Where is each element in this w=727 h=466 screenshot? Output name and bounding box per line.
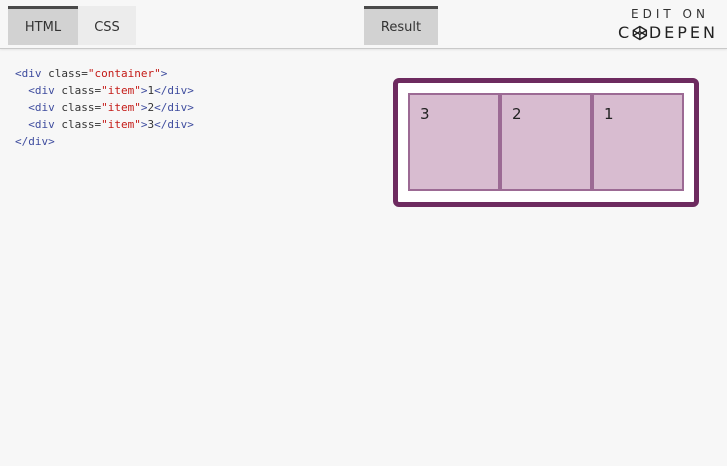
code-tag-open: <div [15,118,62,131]
tab-result-label: Result [380,19,422,35]
embed-toolbar: HTML CSS Result EDIT ON C DEPEN [0,0,727,49]
tab-html[interactable]: HTML [8,6,78,45]
code-tag-end: </div> [15,135,55,148]
result-item: 2 [500,93,592,191]
code-attr-value: "item" [101,118,141,131]
code-tag-end: </div> [154,84,194,97]
code-attr: class= [61,84,102,97]
tab-css-label: CSS [94,19,120,35]
code-attr: class= [61,101,102,114]
result-item-label: 3 [420,105,430,123]
code-attr-value: "item" [101,101,141,114]
code-line: <div class="item">3</div> [15,118,194,131]
code-line: <div class="item">1</div> [15,84,194,97]
result-item-label: 2 [512,105,522,123]
code-line: </div> [15,135,55,148]
code-tag-open: <div [15,67,49,80]
code-tag-end: </div> [154,118,194,131]
brand-suffix: DEPEN [648,23,718,42]
html-code-view: <div class="container"> <div class="item… [15,65,194,150]
code-attr: class= [61,118,102,131]
codepen-embed: HTML CSS Result EDIT ON C DEPEN <div cla… [0,0,727,466]
code-attr-value: "container" [87,67,161,80]
edit-on-codepen-link[interactable]: EDIT ON C DEPEN [618,6,718,44]
codepen-logo: C DEPEN [618,22,718,44]
tab-html-label: HTML [24,19,62,35]
result-item: 3 [408,93,500,191]
code-tag-open: <div [15,84,62,97]
code-tag-end: </div> [154,101,194,114]
tab-css[interactable]: CSS [78,6,136,45]
code-attr-value: "item" [101,84,141,97]
code-attr: class= [48,67,88,80]
result-flex-container: 3 2 1 [393,78,699,207]
code-tag-close: > [160,67,168,80]
edit-on-label: EDIT ON [631,7,709,21]
tab-result[interactable]: Result [364,6,438,45]
brand-prefix: C [618,23,633,42]
result-item: 1 [592,93,684,191]
code-line: <div class="container"> [15,67,167,80]
code-line: <div class="item">2</div> [15,101,194,114]
codepen-cube-icon [632,25,648,41]
result-item-label: 1 [604,105,614,123]
code-tag-open: <div [15,101,62,114]
